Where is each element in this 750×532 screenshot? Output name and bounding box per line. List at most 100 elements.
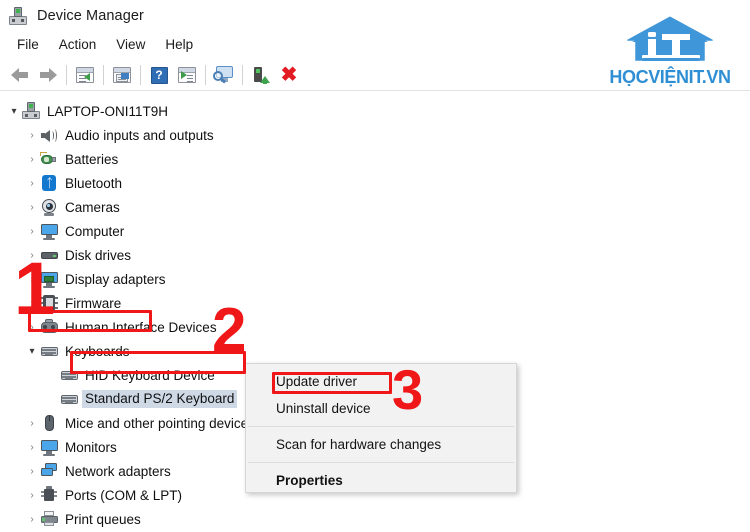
tree-item-label: Disk drives xyxy=(65,247,132,263)
context-menu-divider xyxy=(248,426,514,427)
chevron-right-icon[interactable]: › xyxy=(24,250,40,261)
ctx-properties[interactable]: Properties xyxy=(246,467,516,494)
chevron-right-icon[interactable]: › xyxy=(24,202,40,213)
tree-item-human-interface-devices[interactable]: › Human Interface Devices xyxy=(0,315,219,339)
uninstall-device-icon[interactable]: ✖ xyxy=(275,62,303,88)
camera-icon xyxy=(40,198,58,216)
device-manager-icon xyxy=(8,6,28,26)
mouse-icon xyxy=(40,414,58,432)
tree-item-ports-com-lpt[interactable]: › Ports (COM & LPT) xyxy=(0,483,184,507)
tree-item-standard-ps2-keyboard[interactable]: Standard PS/2 Keyboard xyxy=(0,387,238,411)
tree-item-label: Print queues xyxy=(65,511,141,527)
context-menu[interactable]: Update driver Uninstall device Scan for … xyxy=(245,363,517,493)
tree-item-cameras[interactable]: › Cameras xyxy=(0,195,122,219)
tree-item-label: Keyboards xyxy=(65,343,130,359)
printer-icon xyxy=(40,510,58,528)
ctx-scan-for-hardware-changes[interactable]: Scan for hardware changes xyxy=(246,431,516,458)
toolbar-separator xyxy=(66,65,67,85)
toolbar-separator xyxy=(242,65,243,85)
tree-item-print-queues[interactable]: › Print queues xyxy=(0,507,143,531)
back-arrow-icon[interactable] xyxy=(6,62,34,88)
tree-item-label: Computer xyxy=(65,223,125,239)
keyboard-icon xyxy=(40,342,58,360)
tree-item-label: Display adapters xyxy=(65,271,166,287)
display-adapter-icon xyxy=(40,270,58,288)
logo-wordmark: HỌCVIỆNIT.VN xyxy=(609,67,731,87)
port-icon xyxy=(40,486,58,504)
help-icon[interactable]: ? xyxy=(145,62,173,88)
forward-arrow-icon[interactable] xyxy=(34,62,62,88)
keyboard-icon xyxy=(60,390,78,408)
tree-item-label: Mice and other pointing devices xyxy=(65,415,255,431)
tree-item-label: Ports (COM & LPT) xyxy=(65,487,183,503)
battery-icon xyxy=(40,150,58,168)
toolbar-separator xyxy=(205,65,206,85)
menu-view[interactable]: View xyxy=(106,35,155,55)
tree-item-computer[interactable]: › Computer xyxy=(0,219,126,243)
tree-item-audio-inputs-and-outputs[interactable]: › Audio inputs and outputs xyxy=(0,123,216,147)
tree-item-batteries[interactable]: › Batteries xyxy=(0,147,120,171)
chevron-right-icon[interactable]: › xyxy=(24,418,40,429)
tree-item-mice-and-other-pointing-devices[interactable]: › Mice and other pointing devices xyxy=(0,411,257,435)
disk-drive-icon xyxy=(40,246,58,264)
tree-item-bluetooth[interactable]: › ᛏ Bluetooth xyxy=(0,171,124,195)
tree-item-label: Audio inputs and outputs xyxy=(65,127,214,143)
chevron-right-icon[interactable]: › xyxy=(24,178,40,189)
monitor-icon xyxy=(40,222,58,240)
menu-file[interactable]: File xyxy=(7,35,49,55)
chevron-right-icon[interactable]: › xyxy=(24,322,40,333)
show-hide-console-tree-icon[interactable] xyxy=(71,62,99,88)
keyboard-icon xyxy=(60,366,78,384)
chevron-right-icon[interactable]: › xyxy=(24,130,40,141)
toolbar-separator xyxy=(140,65,141,85)
context-menu-divider xyxy=(248,462,514,463)
gamepad-icon xyxy=(40,318,58,336)
tree-item-network-adapters[interactable]: › Network adapters xyxy=(0,459,173,483)
menu-help[interactable]: Help xyxy=(155,35,203,55)
chevron-right-icon[interactable]: › xyxy=(24,466,40,477)
properties-icon[interactable] xyxy=(108,62,136,88)
tree-item-monitors[interactable]: › Monitors xyxy=(0,435,119,459)
tree-item-label: Standard PS/2 Keyboard xyxy=(82,390,238,408)
chevron-right-icon[interactable]: › xyxy=(24,298,40,309)
tree-root-label: LAPTOP-ONI11T9H xyxy=(47,103,169,119)
tree-item-label: Batteries xyxy=(65,151,119,167)
hocvienit-logo: HỌCVIỆNIT.VN xyxy=(604,12,736,90)
chevron-right-icon[interactable]: › xyxy=(24,226,40,237)
chevron-right-icon[interactable]: › xyxy=(24,442,40,453)
tree-item-firmware[interactable]: › Firmware xyxy=(0,291,123,315)
chevron-down-icon[interactable]: ▾ xyxy=(6,106,22,117)
toolbar-separator xyxy=(103,65,104,85)
firmware-chip-icon xyxy=(40,294,58,312)
tree-root-laptop[interactable]: ▾ LAPTOP-ONI11T9H xyxy=(0,99,170,123)
housevien-it-home-icon xyxy=(622,12,718,66)
add-legacy-hardware-icon[interactable] xyxy=(247,62,275,88)
tree-item-display-adapters[interactable]: › Display adapters xyxy=(0,267,168,291)
speaker-icon xyxy=(40,126,58,144)
scan-for-hardware-changes-icon[interactable] xyxy=(210,62,238,88)
menu-action[interactable]: Action xyxy=(49,35,107,55)
chevron-right-icon[interactable]: › xyxy=(24,490,40,501)
chevron-right-icon[interactable]: › xyxy=(24,514,40,525)
tree-item-label: Firmware xyxy=(65,295,122,311)
chevron-down-icon[interactable]: ▾ xyxy=(24,346,40,357)
ctx-update-driver[interactable]: Update driver xyxy=(246,368,516,395)
chevron-right-icon[interactable]: › xyxy=(24,154,40,165)
bluetooth-icon: ᛏ xyxy=(40,174,58,192)
chevron-right-icon[interactable]: › xyxy=(24,274,40,285)
tree-item-label: Monitors xyxy=(65,439,117,455)
network-adapter-icon xyxy=(40,462,58,480)
tree-item-label: Human Interface Devices xyxy=(65,319,217,335)
ctx-uninstall-device[interactable]: Uninstall device xyxy=(246,395,516,422)
tree-item-disk-drives[interactable]: › Disk drives xyxy=(0,243,133,267)
computer-icon xyxy=(22,102,40,120)
tree-item-label: Cameras xyxy=(65,199,120,215)
tree-item-hid-keyboard-device[interactable]: HID Keyboard Device xyxy=(0,363,217,387)
toolbar-divider xyxy=(0,90,750,91)
tree-item-label: HID Keyboard Device xyxy=(85,367,215,383)
tree-item-keyboards[interactable]: ▾ Keyboards xyxy=(0,339,132,363)
tree-item-label: Network adapters xyxy=(65,463,171,479)
window-title: Device Manager xyxy=(37,7,144,24)
update-driver-toolbar-icon[interactable] xyxy=(173,62,201,88)
tree-item-label: Bluetooth xyxy=(65,175,123,191)
